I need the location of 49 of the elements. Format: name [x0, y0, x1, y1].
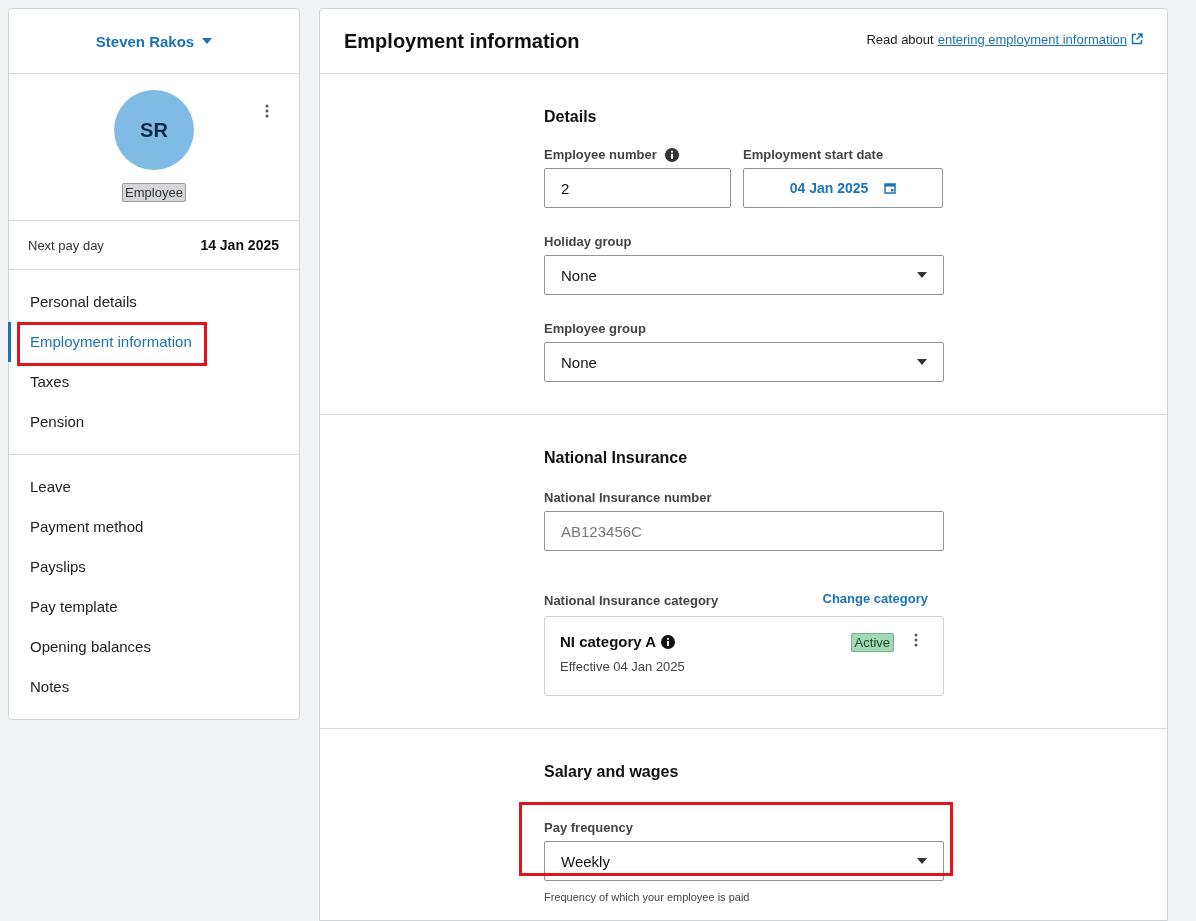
external-link-icon [1131, 33, 1143, 45]
field-label: Holiday group [544, 234, 632, 249]
change-category-link[interactable]: Change category [822, 591, 928, 606]
caret-icon [202, 38, 213, 44]
effective-date: Effective 04 Jan 2025 [560, 659, 685, 674]
sidebar-item[interactable]: Opening balances [8, 627, 299, 667]
field-label: Employment start date [743, 147, 884, 162]
sidebar-item[interactable]: Notes [8, 667, 299, 707]
sidebar-item[interactable]: Personal details [8, 282, 299, 322]
sidebar-item[interactable]: Taxes [8, 362, 299, 402]
employee-dropdown[interactable]: Steven Rakos [91, 28, 217, 54]
sidebar-item[interactable]: Leave [8, 467, 299, 507]
section-title: National Insurance [544, 449, 689, 467]
select-field[interactable]: None [544, 255, 944, 295]
field-label: Pay frequency [544, 820, 633, 835]
caret-icon [917, 858, 927, 864]
info-icon[interactable] [661, 634, 676, 649]
next-pay-day-label: Next pay day [28, 237, 104, 253]
select-field[interactable]: None [544, 342, 944, 382]
input-field[interactable]: AB123456C [544, 511, 944, 551]
help-text: Read about [866, 31, 934, 47]
next-pay-day-value: 14 Jan 2025 [200, 237, 279, 253]
help-link[interactable]: entering employment information [937, 31, 1127, 47]
sidebar-item[interactable]: Payment method [8, 507, 299, 547]
info-icon[interactable] [664, 147, 679, 162]
sidebar-item[interactable]: Pension [8, 402, 299, 442]
section-title: Details [544, 108, 598, 126]
field-label: National Insurance number [544, 490, 712, 505]
field-label: National Insurance category [544, 593, 719, 608]
sidebar-item[interactable]: Pay template [8, 587, 299, 627]
sidebar-item[interactable]: Employment information [8, 322, 299, 362]
date-field[interactable]: 04 Jan 2025 [743, 168, 943, 208]
more-icon[interactable] [265, 104, 269, 118]
field-label: Employee number [544, 147, 657, 162]
section-title: Salary and wages [544, 763, 680, 781]
caret-icon [917, 359, 927, 365]
caret-icon [917, 272, 927, 278]
page-title: Employment information [344, 29, 580, 53]
calendar-icon [884, 182, 897, 194]
status-badge: Active [850, 633, 894, 652]
category-title: NI category A [560, 633, 657, 650]
field-hint: Frequency of which your employee is paid [544, 891, 751, 903]
input-field[interactable]: 2 [544, 168, 731, 208]
select-field[interactable]: Weekly [544, 841, 944, 881]
more-icon[interactable] [914, 633, 918, 647]
sidebar-item[interactable]: Payslips [8, 547, 299, 587]
avatar: SR [114, 90, 194, 170]
field-label: Employee group [544, 321, 646, 336]
role-badge: Employee [122, 183, 186, 202]
